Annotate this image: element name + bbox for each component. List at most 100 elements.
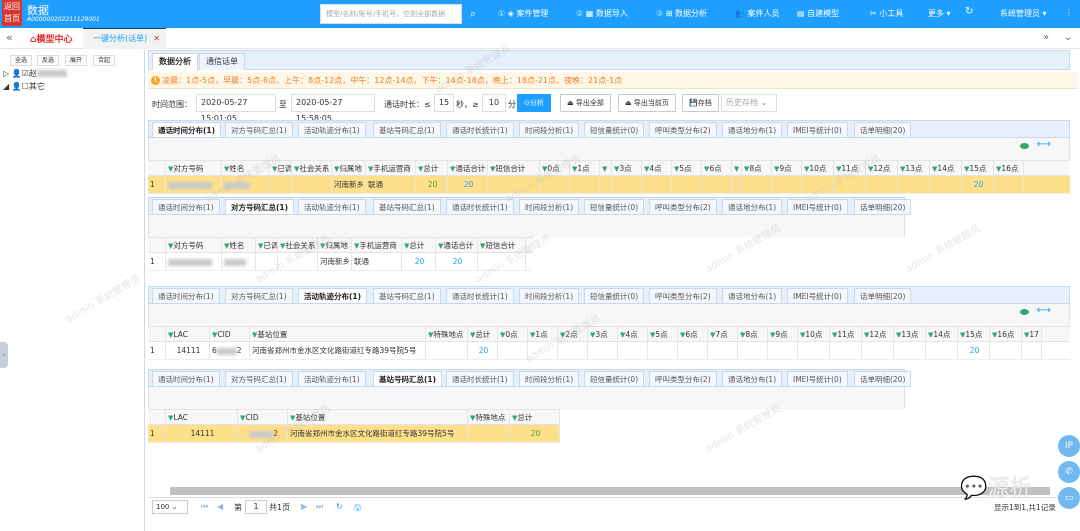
sub-tab-5[interactable]: 时间段分析(1) bbox=[519, 122, 580, 138]
filter-icon[interactable]: ▼ bbox=[290, 414, 295, 422]
sub-tab-2[interactable]: 活动轨迹分布(1) bbox=[298, 122, 366, 138]
history-archive-select[interactable]: 历史存档 ⌄ bbox=[721, 94, 777, 112]
filter-icon[interactable]: ▼ bbox=[354, 242, 359, 250]
column-header[interactable]: ▼3点 bbox=[588, 327, 618, 341]
sub-tab-7[interactable]: 呼叫类型分布(2) bbox=[649, 199, 717, 215]
sub-tab-4[interactable]: 通话时长统计(1) bbox=[446, 122, 514, 138]
first-page-icon[interactable]: ⏮ bbox=[201, 502, 208, 512]
tree-item-person[interactable]: ▷ 👤☑赵 bbox=[3, 68, 67, 79]
filter-icon[interactable]: ▼ bbox=[560, 331, 565, 339]
sidebar-toggle-handle[interactable]: › bbox=[0, 342, 8, 368]
checkbox-checked[interactable]: ☑ bbox=[22, 69, 29, 78]
filter-icon[interactable]: ▼ bbox=[996, 165, 1001, 173]
table-row[interactable]: 1 河南新乡 联通 20 20 20 bbox=[148, 176, 1070, 194]
column-header[interactable]: ▼姓名 bbox=[222, 238, 256, 252]
filter-icon[interactable]: ▼ bbox=[1024, 331, 1029, 339]
filter-icon[interactable]: ▼ bbox=[770, 331, 775, 339]
sub-tab-7[interactable]: 呼叫类型分布(2) bbox=[649, 122, 717, 138]
filter-icon[interactable]: ▼ bbox=[252, 331, 257, 339]
sub-tab-5[interactable]: 时间段分析(1) bbox=[519, 288, 580, 304]
more-vertical-icon[interactable]: ⋮ bbox=[1065, 8, 1073, 17]
sub-tab-1[interactable]: 对方号码汇总(1) bbox=[225, 288, 293, 304]
sub-tab-10[interactable]: 话单明细(20) bbox=[854, 371, 912, 387]
sub-tab-0[interactable]: 通话时间分布(1) bbox=[152, 288, 220, 304]
sub-tab-7[interactable]: 呼叫类型分布(2) bbox=[649, 288, 717, 304]
filter-icon[interactable]: ▼ bbox=[480, 242, 485, 250]
column-header[interactable]: ▼社会关系 bbox=[278, 238, 318, 252]
filter-icon[interactable]: ▼ bbox=[490, 165, 495, 173]
column-header[interactable]: ▼对方号码 bbox=[166, 238, 222, 252]
column-header[interactable]: ▼4点 bbox=[642, 161, 672, 175]
table-row[interactable]: 1 14111 2 河南省郑州市金水区文化路街道红专路39号院5号 20 bbox=[148, 425, 560, 443]
sub-tab-8[interactable]: 通话地分布(1) bbox=[722, 122, 783, 138]
sub-tab-9[interactable]: IMEI号统计(0) bbox=[787, 371, 848, 387]
minutes-input[interactable]: 10 bbox=[482, 94, 506, 112]
filter-icon[interactable]: ▼ bbox=[740, 331, 745, 339]
filter-icon[interactable]: ▼ bbox=[168, 414, 173, 422]
tab-dropdown-icon[interactable]: ⌄ bbox=[1064, 32, 1072, 43]
sub-tab-1[interactable]: 对方号码汇总(1) bbox=[225, 122, 293, 138]
nav-data-analysis[interactable]: ③ ⊞ 数据分析 bbox=[656, 8, 707, 19]
filter-icon[interactable]: ▼ bbox=[224, 165, 229, 173]
filter-icon[interactable]: ▼ bbox=[470, 331, 475, 339]
sub-tab-10[interactable]: 话单明细(20) bbox=[854, 288, 912, 304]
invert-selection-button[interactable]: 反选 bbox=[37, 55, 60, 66]
filter-icon[interactable]: ▼ bbox=[530, 331, 535, 339]
filter-icon[interactable]: ▼ bbox=[334, 165, 339, 173]
column-header[interactable]: ▼总计 bbox=[416, 161, 448, 175]
column-header[interactable]: ▼12点 bbox=[866, 161, 898, 175]
sub-tab-4[interactable]: 通话时长统计(1) bbox=[446, 371, 514, 387]
prev-page-icon[interactable]: ◀ bbox=[217, 502, 223, 511]
sub-tab-6[interactable]: 短信量统计(0) bbox=[584, 288, 645, 304]
tab-data-analysis[interactable]: 数据分析 bbox=[152, 53, 198, 70]
end-time-input[interactable]: 2020-05-27 15:58:05 bbox=[291, 94, 375, 123]
search-icon[interactable]: ⌕ bbox=[470, 7, 476, 21]
column-header[interactable]: ▼11点 bbox=[834, 161, 866, 175]
column-header[interactable]: ▼15点 bbox=[962, 161, 994, 175]
sub-tab-8[interactable]: 通话地分布(1) bbox=[722, 371, 783, 387]
sub-tab-7[interactable]: 呼叫类型分布(2) bbox=[649, 371, 717, 387]
nav-case-management[interactable]: ① ◈ 案件管理 bbox=[498, 8, 548, 19]
filter-icon[interactable]: ▼ bbox=[168, 331, 173, 339]
filter-icon[interactable]: ▼ bbox=[614, 165, 619, 173]
scroll-tabs-right-icon[interactable]: » bbox=[1043, 32, 1049, 43]
table-row[interactable]: 1 河南新乡 联通 20 20 bbox=[148, 253, 533, 271]
filter-icon[interactable]: ▼ bbox=[932, 165, 937, 173]
refresh-icon[interactable]: ↻ bbox=[965, 6, 973, 17]
column-header[interactable]: ▼短信合计 bbox=[488, 161, 540, 175]
tree-item-other[interactable]: ◢ 👤☐其它 bbox=[3, 81, 45, 92]
filter-icon[interactable]: ▼ bbox=[258, 242, 263, 250]
sub-tab-6[interactable]: 短信量统计(0) bbox=[584, 122, 645, 138]
filter-icon[interactable]: ▼ bbox=[224, 242, 229, 250]
filter-icon[interactable]: ▼ bbox=[428, 331, 433, 339]
sub-tab-0[interactable]: 通话时间分布(1) bbox=[152, 199, 220, 215]
table-row[interactable]: 1 14111 6 2 河南省郑州市金水区文化路街道红专路39号院5号 20 20 bbox=[148, 342, 1070, 360]
sub-tab-1[interactable]: 对方号码汇总(1) bbox=[225, 199, 295, 215]
nav-data-import[interactable]: ② ▦ 数据导入 bbox=[576, 8, 628, 19]
column-header[interactable]: ▼总计 bbox=[510, 410, 560, 424]
eye-icon[interactable] bbox=[1020, 143, 1029, 149]
column-header[interactable]: ▼0点 bbox=[540, 161, 570, 175]
sub-tab-8[interactable]: 通话地分布(1) bbox=[722, 199, 783, 215]
column-header[interactable]: ▼15点 bbox=[958, 327, 990, 341]
filter-icon[interactable]: ▼ bbox=[836, 165, 841, 173]
filter-icon[interactable]: ▼ bbox=[774, 165, 779, 173]
filter-icon[interactable]: ▼ bbox=[928, 331, 933, 339]
filter-icon[interactable]: ▼ bbox=[864, 331, 869, 339]
column-header[interactable]: ▼10点 bbox=[802, 161, 834, 175]
nav-case-persons[interactable]: 👥 案件人员 bbox=[735, 8, 780, 19]
filter-icon[interactable]: ▼ bbox=[212, 331, 217, 339]
filter-icon[interactable]: ▼ bbox=[680, 331, 685, 339]
column-header[interactable]: ▼特殊地点 bbox=[468, 410, 510, 424]
column-header[interactable]: ▼4点 bbox=[618, 327, 648, 341]
filter-icon[interactable]: ▼ bbox=[602, 165, 607, 173]
column-header[interactable]: ▼总计 bbox=[468, 327, 498, 341]
column-header[interactable]: ▼基站位置 bbox=[250, 327, 426, 341]
filter-icon[interactable]: ▼ bbox=[650, 331, 655, 339]
column-header[interactable]: ▼短信合计 bbox=[478, 238, 526, 252]
phone-float-button[interactable]: ✆ bbox=[1058, 461, 1080, 483]
filter-icon[interactable]: ▼ bbox=[710, 331, 715, 339]
filter-icon[interactable]: ▼ bbox=[272, 165, 277, 173]
column-header[interactable]: ▼16点 bbox=[994, 161, 1024, 175]
back-home-button[interactable]: 返回首页 bbox=[2, 0, 22, 26]
